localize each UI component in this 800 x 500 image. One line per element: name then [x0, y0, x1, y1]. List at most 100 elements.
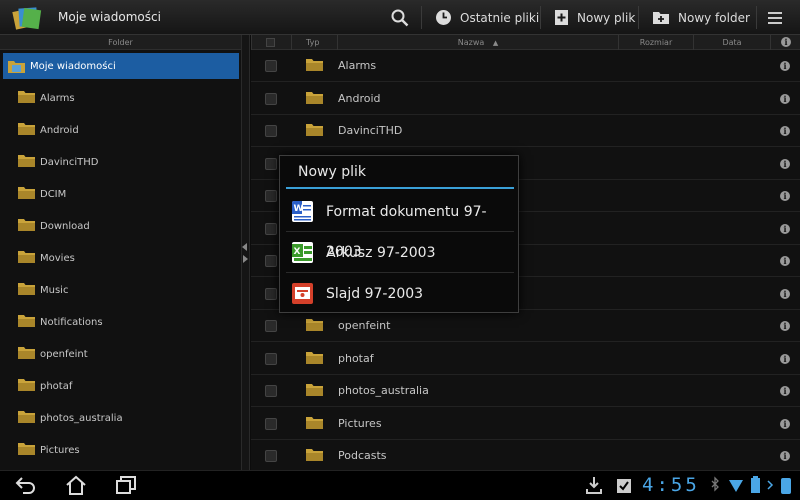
file-row[interactable]: Android i: [251, 83, 800, 115]
action-separator: [540, 6, 541, 29]
tree-item-label: Android: [40, 124, 79, 136]
info-icon[interactable]: i: [780, 223, 790, 234]
folder-icon-wrap: [305, 382, 324, 401]
expand-right-arrow-icon[interactable]: [243, 255, 248, 263]
folder-icon: [306, 59, 323, 71]
row-checkbox[interactable]: [265, 190, 277, 202]
tree-item-label: DCIM: [40, 188, 67, 200]
overflow-menu-button[interactable]: [767, 0, 791, 35]
row-checkbox[interactable]: [265, 450, 277, 462]
search-button[interactable]: [391, 0, 417, 35]
word-doc-icon: W: [292, 201, 313, 222]
clock[interactable]: 4:55: [642, 474, 700, 496]
tree-item[interactable]: DavinciTHD: [17, 147, 98, 177]
download-notification-icon[interactable]: [584, 474, 604, 496]
row-checkbox[interactable]: [265, 60, 277, 72]
file-name: Alarms: [338, 59, 377, 72]
file-row[interactable]: Alarms i: [251, 50, 800, 82]
search-icon: [391, 9, 409, 26]
folder-icon: [18, 315, 35, 327]
collapse-left-arrow-icon[interactable]: [242, 243, 247, 251]
info-icon[interactable]: i: [780, 451, 790, 461]
wifi-icon: [729, 480, 743, 492]
menu-icon: [768, 11, 782, 24]
folder-icon-wrap: [17, 313, 36, 331]
info-icon[interactable]: i: [780, 353, 790, 364]
info-icon[interactable]: i: [780, 191, 790, 201]
size-column-header[interactable]: Rozmiar: [618, 35, 693, 50]
name-column-label: Nazwa: [457, 38, 485, 47]
row-checkbox[interactable]: [265, 222, 277, 235]
back-icon[interactable]: [14, 474, 38, 496]
home-icon[interactable]: [64, 474, 88, 496]
row-checkbox[interactable]: [265, 92, 277, 105]
pane-divider[interactable]: [241, 35, 250, 470]
row-checkbox[interactable]: [265, 157, 277, 170]
tree-item[interactable]: photaf: [17, 371, 72, 401]
option-excel-sheet[interactable]: X Arkusz 97-2003: [286, 233, 514, 273]
row-checkbox[interactable]: [265, 352, 277, 365]
info-icon[interactable]: i: [780, 288, 790, 299]
select-all-checkbox[interactable]: [266, 38, 275, 47]
date-column-header[interactable]: Data: [693, 35, 770, 50]
file-row[interactable]: DavinciTHD i: [251, 115, 800, 147]
recent-apps-icon[interactable]: [114, 474, 138, 496]
file-row[interactable]: photos_australia i: [251, 375, 800, 407]
name-column-header[interactable]: Nazwa ▲: [337, 35, 618, 50]
folder-icon: [306, 449, 323, 461]
tree-item[interactable]: Movies: [17, 243, 75, 273]
info-icon[interactable]: i: [780, 418, 790, 429]
task-notification-icon[interactable]: [614, 474, 634, 496]
new-folder-button[interactable]: Nowy folder: [652, 0, 750, 35]
option-excel-label: Arkusz 97-2003: [326, 245, 436, 261]
row-checkbox[interactable]: [265, 255, 277, 267]
tree-root-item[interactable]: Moje wiadomości: [3, 53, 239, 79]
file-row[interactable]: openfeint i: [251, 310, 800, 342]
info-icon[interactable]: i: [780, 93, 790, 104]
chevron-right-icon[interactable]: [766, 474, 776, 496]
info-icon[interactable]: i: [780, 321, 790, 331]
info-icon[interactable]: i: [780, 61, 790, 71]
folder-icon-wrap: [17, 153, 36, 171]
row-checkbox[interactable]: [265, 320, 277, 332]
new-file-button[interactable]: Nowy plik: [554, 0, 635, 35]
row-checkbox[interactable]: [265, 417, 277, 430]
file-row[interactable]: Podcasts i: [251, 440, 800, 472]
info-icon[interactable]: i: [780, 256, 790, 266]
home-folder-icon: [8, 60, 25, 73]
info-icon[interactable]: i: [780, 158, 790, 169]
row-checkbox[interactable]: [265, 287, 277, 300]
info-icon[interactable]: i: [780, 126, 790, 136]
folder-icon: [18, 219, 35, 231]
tree-item[interactable]: Music: [17, 275, 68, 305]
app-logo-icon[interactable]: [12, 4, 42, 31]
tree-item[interactable]: photos_australia: [17, 403, 123, 433]
file-row[interactable]: Pictures i: [251, 408, 800, 440]
tree-item[interactable]: openfeint: [17, 339, 88, 369]
recent-files-button[interactable]: Ostatnie pliki: [435, 0, 539, 35]
option-powerpoint-slide[interactable]: Slajd 97-2003: [286, 274, 514, 314]
file-row[interactable]: photaf i: [251, 343, 800, 375]
info-icon[interactable]: i: [780, 386, 790, 396]
row-checkbox[interactable]: [265, 385, 277, 397]
type-column-header[interactable]: Typ: [291, 35, 337, 50]
tree-item[interactable]: Pictures: [17, 435, 80, 465]
folder-icon-wrap: [17, 281, 36, 299]
tree-item[interactable]: Android: [17, 115, 79, 145]
action-separator: [638, 6, 639, 29]
folder-icon: [18, 283, 35, 295]
folder-column-header: Folder: [0, 35, 241, 50]
file-name: Pictures: [338, 416, 382, 430]
select-all-column[interactable]: [251, 35, 291, 50]
tree-item[interactable]: Alarms: [17, 83, 75, 113]
folder-icon: [18, 123, 35, 135]
tree-item[interactable]: Download: [17, 211, 90, 241]
battery-icon: [751, 476, 760, 493]
tree-item[interactable]: DCIM: [17, 179, 66, 209]
option-word-document[interactable]: W Format dokumentu 97-2003: [286, 192, 514, 260]
row-checkbox[interactable]: [265, 125, 277, 137]
folder-icon: [306, 351, 323, 364]
folder-icon-wrap: [17, 345, 36, 363]
tree-item[interactable]: Notifications: [17, 307, 103, 337]
notification-icon[interactable]: [778, 474, 794, 496]
